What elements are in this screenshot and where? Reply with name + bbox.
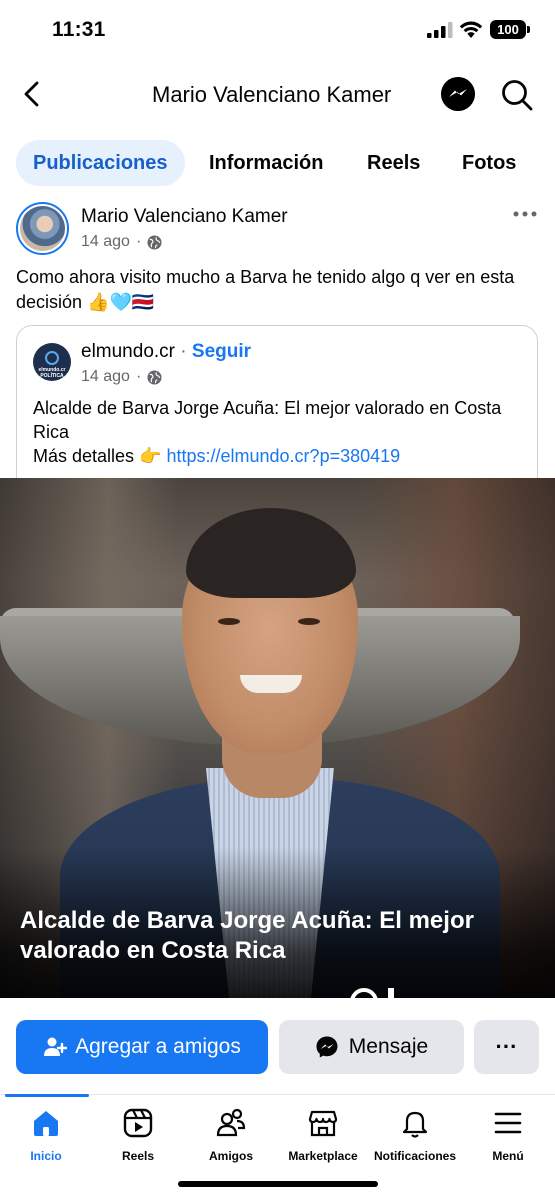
- wifi-icon: [459, 21, 483, 38]
- more-options-icon[interactable]: [512, 204, 538, 224]
- menu-icon: [494, 1112, 522, 1134]
- watermark-logo-icon: [348, 986, 548, 998]
- status-bar: 11:31 100: [0, 0, 555, 60]
- cellular-signal-icon: [427, 22, 453, 38]
- article-link[interactable]: https://elmundo.cr?p=380419: [166, 446, 400, 466]
- profile-tabs: Publicaciones Información Reels Fotos: [0, 138, 555, 188]
- hair: [186, 508, 356, 598]
- nav-label: Reels: [121, 1149, 155, 1163]
- shared-post-text: Alcalde de Barva Jorge Acuña: El mejor v…: [33, 396, 533, 468]
- nav-label: Amigos: [208, 1149, 253, 1163]
- tab-reels[interactable]: Reels: [367, 140, 420, 186]
- photo-caption: Alcalde de Barva Jorge Acuña: El mejor v…: [20, 907, 474, 964]
- nav-marketplace[interactable]: Marketplace: [273, 1107, 373, 1163]
- shared-details-line: Más detalles 👉 https://elmundo.cr?p=3804…: [33, 444, 533, 468]
- post-time[interactable]: 14 ago: [81, 233, 130, 251]
- post-meta: 14 ago ·: [81, 233, 162, 251]
- left-eye: [218, 618, 240, 625]
- marketplace-icon: [308, 1110, 338, 1137]
- shared-page-avatar[interactable]: elmundo.cr POLÍTICA: [33, 343, 71, 381]
- nav-label: Menú: [492, 1149, 524, 1163]
- home-indicator: [178, 1181, 378, 1187]
- logo-ring: [45, 351, 59, 365]
- battery-indicator: 100: [490, 20, 526, 39]
- friends-icon: [216, 1108, 246, 1137]
- add-friend-label: Agregar a amigos: [75, 1035, 241, 1058]
- nav-amigos[interactable]: Amigos: [181, 1107, 281, 1163]
- meta-separator: ·: [135, 233, 142, 250]
- post-author-name[interactable]: Mario Valenciano Kamer: [81, 206, 288, 228]
- tab-publicaciones[interactable]: Publicaciones: [16, 140, 185, 186]
- search-icon[interactable]: [500, 78, 534, 112]
- reels-icon: [123, 1108, 153, 1138]
- add-friend-icon: [44, 1037, 68, 1056]
- avatar-image: [20, 206, 65, 251]
- shared-post-card[interactable]: elmundo.cr POLÍTICA elmundo.cr · Seguir …: [16, 325, 538, 485]
- battery-nub: [527, 26, 530, 33]
- right-eye: [298, 618, 320, 625]
- nav-label: Marketplace: [288, 1149, 358, 1163]
- page-title: Mario Valenciano Kamer: [152, 82, 392, 107]
- nav-inicio[interactable]: Inicio: [0, 1107, 96, 1163]
- back-arrow-icon[interactable]: [18, 78, 46, 110]
- follow-button[interactable]: Seguir: [192, 341, 251, 362]
- post-photo[interactable]: Alcalde de Barva Jorge Acuña: El mejor v…: [0, 478, 555, 998]
- tab-fotos[interactable]: Fotos: [462, 140, 516, 186]
- message-button[interactable]: Mensaje: [279, 1020, 464, 1074]
- messenger-icon: [316, 1036, 338, 1058]
- logo-ring-icon: [350, 988, 394, 998]
- message-label: Mensaje: [348, 1035, 429, 1058]
- shared-page-name[interactable]: elmundo.cr: [81, 341, 175, 362]
- details-prefix: Más detalles 👉: [33, 446, 162, 466]
- globe-icon: [147, 369, 162, 385]
- shared-headline: Alcalde de Barva Jorge Acuña: El mejor v…: [33, 398, 502, 442]
- add-friend-button[interactable]: Agregar a amigos: [16, 1020, 268, 1074]
- avatar-logo-text: elmundo.cr POLÍTICA: [38, 367, 66, 379]
- nav-label: Notificaciones: [373, 1149, 457, 1163]
- smile: [240, 675, 302, 693]
- tab-informacion[interactable]: Información: [209, 140, 323, 186]
- nav-label: Inicio: [30, 1149, 62, 1163]
- bell-icon: [402, 1111, 428, 1138]
- shared-post-meta: 14 ago ·: [81, 368, 162, 386]
- shared-page-header: elmundo.cr · Seguir: [81, 341, 251, 363]
- more-actions-button[interactable]: ···: [474, 1020, 539, 1074]
- shared-post-time[interactable]: 14 ago: [81, 368, 130, 386]
- post-text: Como ahora visito mucho a Barva he tenid…: [16, 267, 515, 312]
- name-separator: ·: [180, 341, 187, 362]
- messenger-icon[interactable]: [441, 77, 475, 111]
- meta-separator: ·: [135, 368, 142, 385]
- globe-icon: [147, 234, 162, 250]
- profile-header: Mario Valenciano Kamer: [0, 66, 555, 122]
- home-icon: [34, 1111, 58, 1136]
- nav-menu[interactable]: Menú: [458, 1107, 555, 1163]
- nav-reels[interactable]: Reels: [88, 1107, 188, 1163]
- nav-notificaciones[interactable]: Notificaciones: [365, 1107, 465, 1163]
- post-author-avatar[interactable]: [16, 202, 69, 255]
- status-time: 11:31: [52, 18, 106, 41]
- active-tab-indicator: [5, 1094, 89, 1097]
